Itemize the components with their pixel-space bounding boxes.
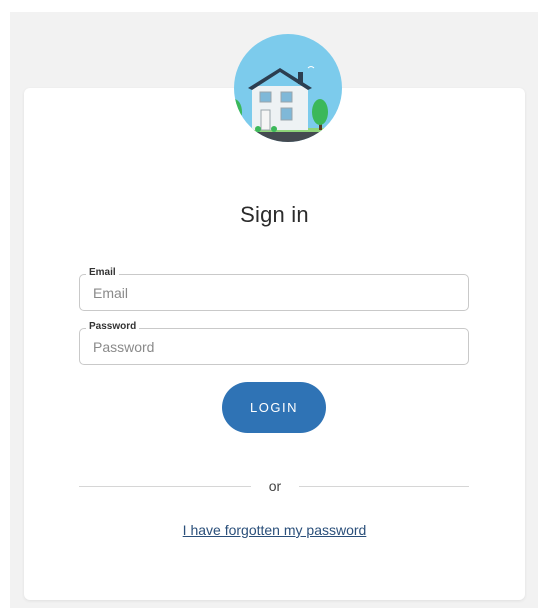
divider-left (79, 486, 251, 487)
page-title: Sign in (240, 202, 309, 227)
divider-right (299, 486, 469, 487)
password-input[interactable] (80, 329, 468, 364)
email-field[interactable]: Email (79, 267, 469, 311)
house-icon (234, 34, 342, 142)
password-field[interactable]: Password (79, 321, 469, 365)
login-button[interactable]: LOGIN (222, 382, 326, 433)
divider-or-text: or (268, 478, 282, 494)
email-input[interactable] (80, 275, 468, 310)
forgot-password-link[interactable]: I have forgotten my password (24, 522, 525, 538)
